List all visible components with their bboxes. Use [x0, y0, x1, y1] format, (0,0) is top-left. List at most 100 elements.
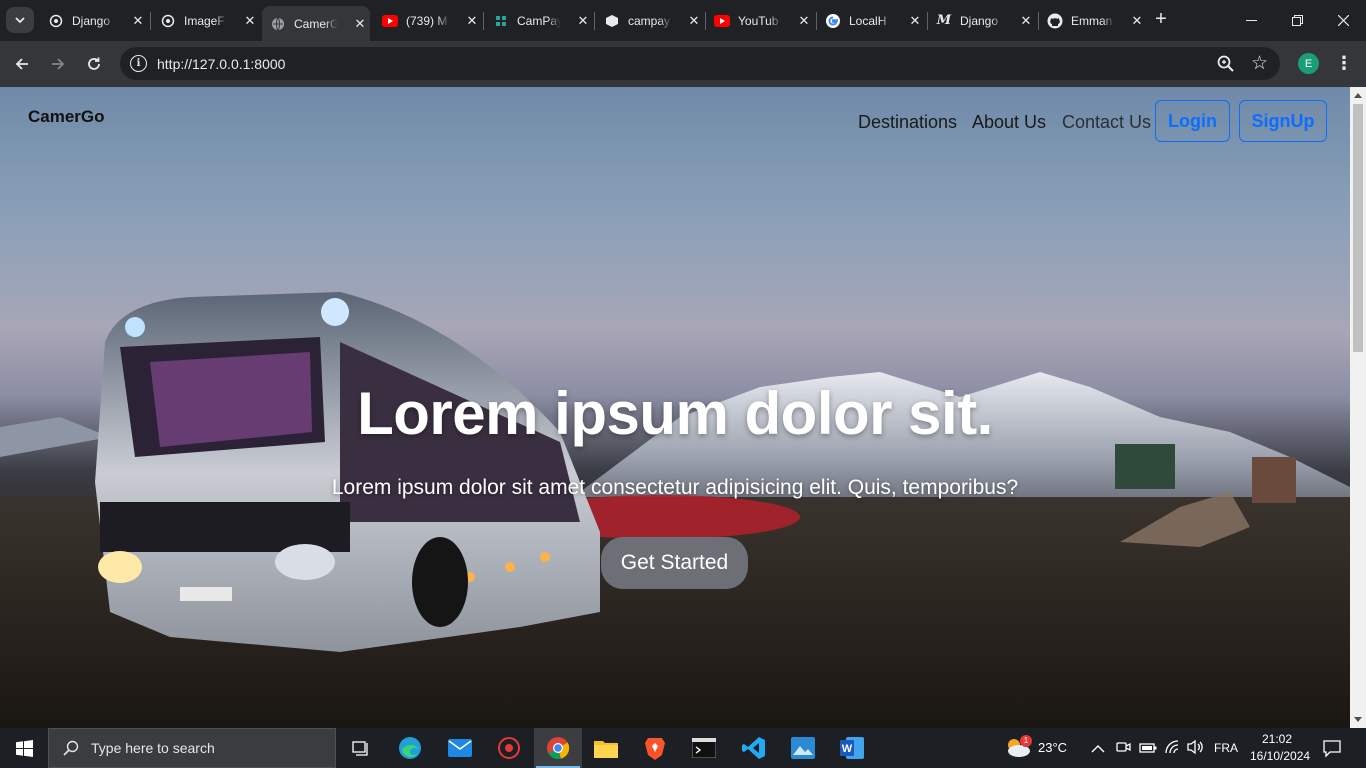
- meet-now-icon[interactable]: [1115, 739, 1131, 760]
- close-icon[interactable]: ✕: [352, 16, 368, 32]
- start-button[interactable]: [0, 728, 48, 768]
- windows-logo-icon: [15, 739, 33, 757]
- arrow-right-icon: [52, 58, 65, 70]
- volume-icon[interactable]: [1186, 739, 1204, 760]
- tab-title: ImageF: [184, 13, 225, 28]
- reload-button[interactable]: [79, 49, 109, 79]
- tab-title: Django: [72, 13, 111, 28]
- tab-title: CamerG: [294, 16, 338, 31]
- terminal-icon: [692, 738, 716, 758]
- task-view-icon: [352, 741, 368, 756]
- file-explorer-taskbar-app[interactable]: [582, 728, 630, 768]
- page-viewport: CamerGo Destinations About Us Contact Us…: [0, 87, 1350, 728]
- forward-button[interactable]: [43, 49, 73, 79]
- browser-toolbar: i http://127.0.0.1:8000 ☆ E ⋮: [0, 41, 1366, 87]
- close-icon[interactable]: ✕: [796, 13, 812, 29]
- bus-illustration: [95, 292, 600, 652]
- tab-divider: [594, 12, 595, 30]
- minimize-icon: [1245, 19, 1257, 21]
- folder-icon: [594, 741, 618, 758]
- site-navbar: CamerGo Destinations About Us Contact Us…: [0, 87, 1350, 157]
- close-icon[interactable]: ✕: [130, 13, 146, 29]
- nav-link-contact[interactable]: Contact Us: [1062, 112, 1151, 133]
- youtube-icon: [382, 13, 398, 29]
- task-view-button[interactable]: [336, 728, 384, 768]
- close-icon[interactable]: ✕: [686, 13, 702, 29]
- security-taskbar-app[interactable]: [485, 728, 533, 768]
- browser-tab[interactable]: YouTub ✕: [706, 6, 814, 35]
- notifications-button[interactable]: [1322, 738, 1342, 763]
- close-icon[interactable]: ✕: [1129, 13, 1145, 29]
- tab-title: Django: [960, 13, 999, 28]
- taskbar-search[interactable]: Type here to search: [48, 728, 336, 768]
- clock-time[interactable]: 21:02: [1262, 732, 1292, 746]
- restore-button[interactable]: [1274, 0, 1320, 41]
- weather-badge: 1: [1020, 735, 1032, 747]
- browser-tab[interactable]: Django ✕: [40, 6, 148, 35]
- close-icon[interactable]: ✕: [242, 13, 258, 29]
- site-brand[interactable]: CamerGo: [28, 107, 105, 127]
- back-button[interactable]: [7, 49, 37, 79]
- scrollbar-thumb[interactable]: [1353, 104, 1363, 352]
- globe-icon: [270, 16, 286, 32]
- browser-tab[interactable]: LocalH ✕: [817, 6, 925, 35]
- campay-icon: [493, 13, 509, 29]
- browser-tab[interactable]: M Django ✕: [928, 6, 1036, 35]
- svg-text:W: W: [842, 743, 853, 755]
- wifi-icon[interactable]: [1164, 739, 1180, 760]
- browser-tabstrip: Django ✕ ImageF ✕ CamerG ✕ (739) M ✕ Cam…: [0, 0, 1366, 41]
- close-window-button[interactable]: [1320, 0, 1366, 41]
- clock-date[interactable]: 16/10/2024: [1250, 749, 1310, 763]
- edge-icon: [399, 737, 421, 759]
- close-icon[interactable]: ✕: [575, 13, 591, 29]
- reload-icon: [88, 57, 100, 70]
- nav-link-destinations[interactable]: Destinations: [858, 112, 957, 133]
- vscode-taskbar-app[interactable]: [730, 728, 778, 768]
- login-button[interactable]: Login: [1155, 100, 1230, 142]
- nav-link-about[interactable]: About Us: [972, 112, 1046, 133]
- youtube-icon: [714, 13, 730, 29]
- signup-button[interactable]: SignUp: [1239, 100, 1327, 142]
- profile-avatar[interactable]: E: [1298, 53, 1319, 74]
- mail-taskbar-app[interactable]: [436, 728, 484, 768]
- weather-widget[interactable]: 1 23°C: [1005, 735, 1075, 760]
- browser-tab-active[interactable]: CamerG ✕: [262, 6, 370, 41]
- scroll-down-arrow-icon[interactable]: [1354, 717, 1362, 722]
- browser-tab[interactable]: CamPay ✕: [485, 6, 593, 35]
- word-taskbar-app[interactable]: W: [828, 728, 876, 768]
- tab-search-button[interactable]: [6, 7, 34, 33]
- get-started-button[interactable]: Get Started: [601, 537, 748, 589]
- battery-icon[interactable]: [1139, 741, 1157, 759]
- taskbar-search-placeholder: Type here to search: [91, 740, 215, 756]
- address-url[interactable]: http://127.0.0.1:8000: [157, 56, 285, 72]
- arrow-left-icon: [15, 58, 28, 70]
- photos-taskbar-app[interactable]: [779, 728, 827, 768]
- brave-taskbar-app[interactable]: [631, 728, 679, 768]
- minimize-button[interactable]: [1228, 0, 1274, 41]
- close-icon[interactable]: ✕: [464, 13, 480, 29]
- new-tab-button[interactable]: +: [1151, 9, 1171, 29]
- chatgpt-icon: [160, 13, 176, 29]
- close-icon[interactable]: ✕: [907, 13, 923, 29]
- search-icon: [63, 740, 79, 756]
- browser-tab[interactable]: Emman ✕: [1039, 6, 1147, 35]
- zoom-icon[interactable]: [1216, 54, 1236, 74]
- edge-taskbar-app[interactable]: [386, 728, 434, 768]
- cube-icon: [604, 13, 620, 29]
- input-language[interactable]: FRA: [1214, 741, 1238, 755]
- terminal-taskbar-app[interactable]: [680, 728, 728, 768]
- scroll-up-arrow-icon[interactable]: [1354, 93, 1362, 98]
- close-icon[interactable]: ✕: [1018, 13, 1034, 29]
- brave-icon: [645, 738, 665, 760]
- browser-menu-icon[interactable]: ⋮: [1335, 51, 1353, 77]
- page-scrollbar[interactable]: [1350, 87, 1366, 728]
- weather-temp: 23°C: [1038, 740, 1068, 755]
- site-info-icon[interactable]: i: [130, 55, 147, 72]
- browser-tab[interactable]: ImageF ✕: [152, 6, 260, 35]
- browser-tab[interactable]: campay ✕: [596, 6, 704, 35]
- address-bar[interactable]: i http://127.0.0.1:8000 ☆: [120, 47, 1280, 80]
- tray-overflow-icon[interactable]: [1091, 741, 1105, 759]
- bookmark-star-icon[interactable]: ☆: [1251, 52, 1268, 75]
- chrome-taskbar-app[interactable]: [534, 728, 582, 768]
- browser-tab[interactable]: (739) M ✕: [374, 6, 482, 35]
